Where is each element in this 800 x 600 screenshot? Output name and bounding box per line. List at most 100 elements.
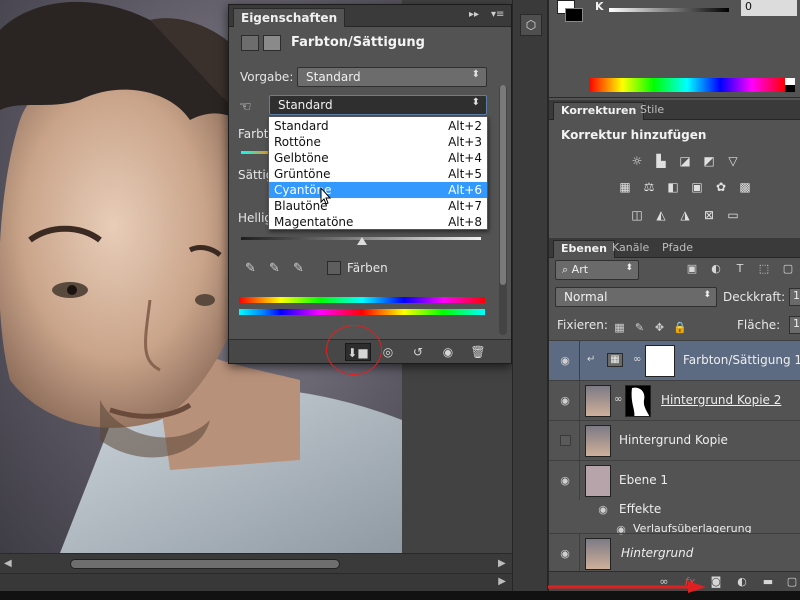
visibility-eye-icon[interactable]: ◉	[557, 547, 573, 561]
k-slider[interactable]	[609, 8, 729, 12]
properties-scrollbar[interactable]	[499, 85, 507, 335]
tab-kanaele[interactable]: Kanäle	[605, 240, 656, 258]
tab-korrekturen[interactable]: Korrekturen	[553, 102, 645, 120]
lightness-slider-thumb[interactable]	[357, 237, 367, 245]
exposure-icon[interactable]: ◩	[701, 154, 717, 168]
3d-cube-icon[interactable]: ⬡	[520, 14, 542, 36]
invert-icon[interactable]: ◫	[629, 208, 645, 222]
option-gelbtoene[interactable]: Gelbtöne Alt+4	[269, 150, 487, 166]
levels-icon[interactable]: ▙	[653, 154, 669, 168]
filter-pixel-icon[interactable]: ▣	[685, 262, 699, 276]
adjustment-type-icon[interactable]	[241, 35, 259, 51]
layer-filter-select[interactable]: ⌕ Art ⬍	[555, 260, 639, 280]
effects-row[interactable]: ◉ Effekte	[549, 500, 800, 520]
filter-smart-icon[interactable]: ▢	[781, 262, 795, 276]
layer-row-hintergrund-kopie-2[interactable]: ◉ ∞ Hintergrund Kopie 2	[549, 380, 800, 420]
channel-select[interactable]: Standard ⬍	[269, 95, 487, 115]
layer-row-hintergrund[interactable]: ◉ Hintergrund	[549, 533, 800, 573]
layer-name[interactable]: Hintergrund Kopie 2	[661, 393, 781, 407]
lock-position-icon[interactable]: ✥	[653, 321, 666, 334]
status-menu-icon[interactable]: ▶	[498, 576, 506, 587]
tab-stile[interactable]: Stile	[633, 102, 671, 120]
curves-icon[interactable]: ◪	[677, 154, 693, 168]
layer-name[interactable]: Hintergrund Kopie	[619, 433, 728, 447]
brightness-icon[interactable]: ☼	[629, 154, 645, 168]
preset-select[interactable]: Standard ⬍	[297, 67, 487, 87]
fill-input[interactable]: 10	[789, 316, 800, 334]
option-cyantoene[interactable]: Cyantöne Alt+6	[269, 182, 487, 198]
tab-properties[interactable]: Eigenschaften	[233, 8, 346, 27]
gradient-map-icon[interactable]: ▭	[725, 208, 741, 222]
layer-thumbnail[interactable]	[585, 385, 611, 417]
filter-type-icon[interactable]: T	[733, 262, 747, 276]
delete-trash-icon[interactable]: 🗑	[465, 343, 491, 361]
colorize-checkbox[interactable]	[327, 261, 341, 275]
layer-name[interactable]: Ebene 1	[619, 473, 668, 487]
scroll-left-icon[interactable]: ◀	[4, 558, 12, 569]
posterize-icon[interactable]: ◭	[653, 208, 669, 222]
black-white-icon[interactable]: ◧	[665, 180, 681, 194]
layer-row-ebene-1[interactable]: ◉ Ebene 1	[549, 460, 800, 500]
eyedropper-minus-icon[interactable]: ✎	[293, 261, 309, 277]
properties-scrollbar-thumb[interactable]	[500, 85, 506, 285]
reset-icon[interactable]: ↺	[405, 343, 431, 361]
option-blautoene[interactable]: Blautöne Alt+7	[269, 198, 487, 214]
opacity-input[interactable]: 10	[789, 288, 800, 306]
layer-name[interactable]: Farbton/Sättigung 1	[683, 353, 800, 367]
layer-name[interactable]: Hintergrund	[621, 546, 693, 560]
mask-icon[interactable]	[263, 35, 281, 51]
layer-thumbnail[interactable]	[585, 465, 611, 497]
selective-color-icon[interactable]: ⊠	[701, 208, 717, 222]
filter-adjustment-icon[interactable]: ◐	[709, 262, 723, 276]
new-layer-icon[interactable]: ▢	[785, 575, 799, 589]
add-mask-icon[interactable]: ◙	[709, 575, 723, 589]
hue-saturation-icon[interactable]: ▦	[617, 180, 633, 194]
option-magentatoene[interactable]: Magentatöne Alt+8	[269, 214, 487, 230]
chain-link-icon[interactable]: ∞	[633, 354, 641, 365]
vibrance-icon[interactable]: ▽	[725, 154, 741, 168]
option-rottoene[interactable]: Rottöne Alt+3	[269, 134, 487, 150]
scroll-right-icon[interactable]: ▶	[498, 558, 506, 569]
layer-mask-thumbnail[interactable]	[645, 345, 675, 377]
properties-titlebar[interactable]: Eigenschaften ▸▸ ▾≡	[229, 5, 511, 27]
background-swatch[interactable]	[565, 8, 583, 22]
tab-pfade[interactable]: Pfade	[655, 240, 700, 258]
lock-pixels-icon[interactable]: ✎	[633, 321, 646, 334]
layer-thumbnail[interactable]	[585, 538, 611, 570]
channel-dropdown-list[interactable]: Standard Alt+2 Rottöne Alt+3 Gelbtöne Alt+4…	[268, 116, 488, 230]
channel-mixer-icon[interactable]: ✿	[713, 180, 729, 194]
threshold-icon[interactable]: ◮	[677, 208, 693, 222]
targeted-adjustment-hand-icon[interactable]: ☜	[239, 99, 261, 119]
photo-filter-icon[interactable]: ▣	[689, 180, 705, 194]
option-standard[interactable]: Standard Alt+2	[269, 118, 487, 134]
layer-row-hue-saturation[interactable]: ◉ ↵ ▦ ∞ Farbton/Sättigung 1	[549, 340, 800, 380]
layer-mask-thumbnail[interactable]	[625, 385, 651, 417]
filter-shape-icon[interactable]: ⬚	[757, 262, 771, 276]
effects-eye-icon[interactable]: ◉	[595, 503, 611, 517]
visibility-eye-icon[interactable]: ◉	[557, 394, 573, 408]
color-lookup-icon[interactable]: ▩	[737, 180, 753, 194]
visibility-eye-icon[interactable]: ◉	[435, 343, 461, 361]
chain-link-icon[interactable]: ∞	[614, 394, 622, 405]
color-balance-icon[interactable]: ⚖	[641, 180, 657, 194]
panel-menu-icon[interactable]: ▾≡	[491, 9, 504, 20]
new-adjustment-icon[interactable]: ◐	[735, 575, 749, 589]
layer-thumbnail[interactable]	[585, 425, 611, 457]
eyedropper-icon[interactable]: ✎	[245, 261, 261, 277]
hue-slider[interactable]	[241, 151, 271, 154]
option-gruentoene[interactable]: Grüntöne Alt+5	[269, 166, 487, 182]
scrollbar-thumb[interactable]	[70, 559, 340, 569]
lock-all-icon[interactable]: 🔒	[673, 321, 687, 334]
lock-transparent-icon[interactable]: ▦	[613, 321, 626, 334]
horizontal-scrollbar[interactable]: ◀ ▶	[0, 553, 512, 573]
k-value-input[interactable]: 0	[741, 0, 797, 16]
visibility-eye-icon[interactable]: ◉	[557, 474, 573, 488]
collapse-icon[interactable]: ▸▸	[469, 9, 479, 20]
color-spectrum-ramp[interactable]	[589, 78, 795, 92]
blend-mode-select[interactable]: Normal ⬍	[555, 287, 717, 307]
layer-row-hintergrund-kopie[interactable]: Hintergrund Kopie	[549, 420, 800, 460]
visibility-eye-icon[interactable]: ◉	[557, 354, 573, 368]
visibility-toggle-empty[interactable]	[560, 435, 571, 446]
eyedropper-plus-icon[interactable]: ✎	[269, 261, 285, 277]
new-group-icon[interactable]: ▬	[761, 575, 775, 589]
